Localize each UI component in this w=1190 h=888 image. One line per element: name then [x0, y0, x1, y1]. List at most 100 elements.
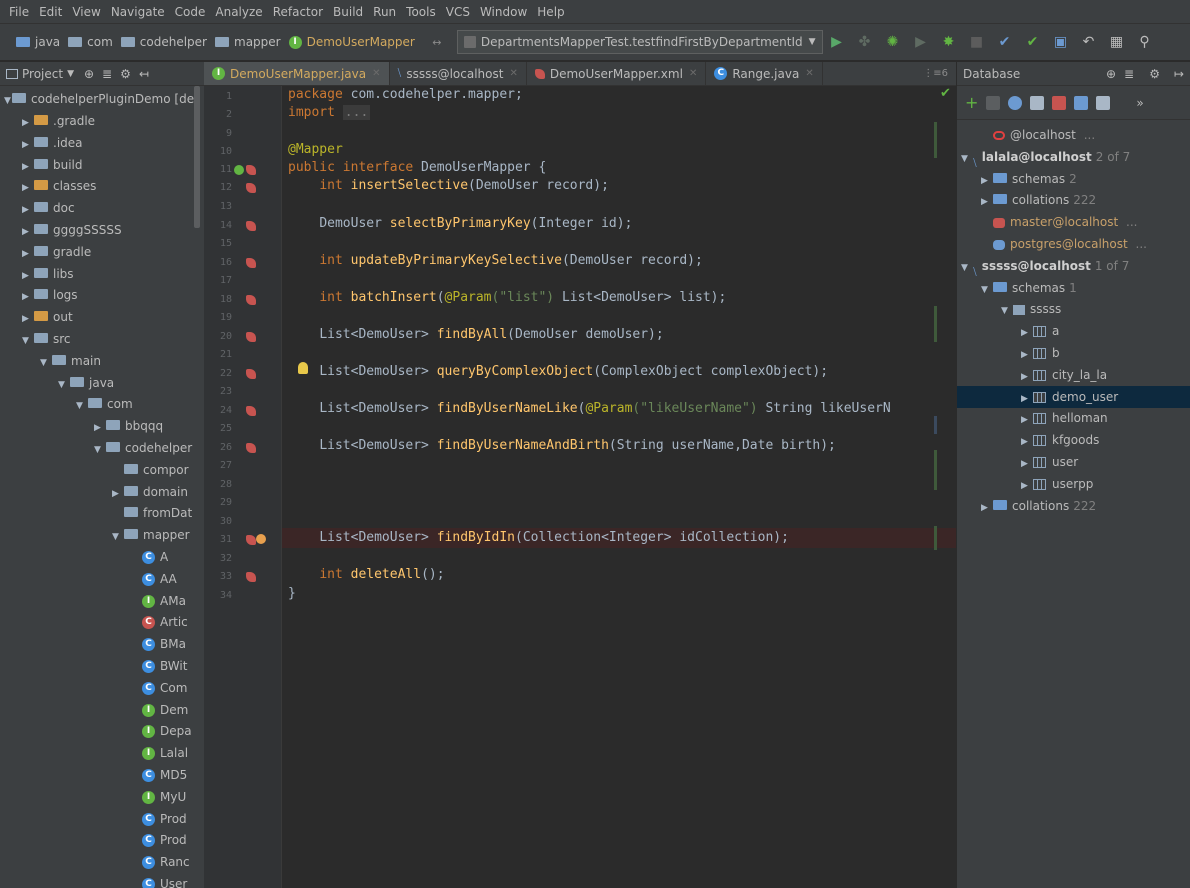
menu-navigate[interactable]: Navigate — [106, 0, 170, 24]
tree-item[interactable]: C BWit — [0, 655, 204, 677]
tree-item[interactable]: ▶ bbqqq — [0, 415, 204, 437]
db-table-item[interactable]: ▶ kfgoods — [957, 429, 1190, 451]
close-icon[interactable]: ✕ — [689, 68, 697, 79]
menu-window[interactable]: Window — [475, 0, 532, 24]
debug-icon[interactable]: ✤ — [854, 31, 876, 53]
expand-arrow-icon[interactable]: ▶ — [1021, 409, 1033, 429]
project-scrollbar[interactable] — [194, 86, 200, 228]
menu-edit[interactable]: Edit — [34, 0, 67, 24]
stop-icon[interactable]: ■ — [966, 31, 988, 53]
tab-demousermapper-java[interactable]: I DemoUserMapper.java ✕ — [204, 62, 390, 85]
tab-sssss-localhost[interactable]: ⧵ sssss@localhost ✕ — [390, 62, 527, 85]
table-view-icon[interactable] — [1074, 95, 1089, 110]
expand-arrow-icon[interactable]: ▶ — [1021, 344, 1033, 364]
tree-item[interactable]: C Prod — [0, 808, 204, 830]
db-table-item[interactable]: ▶ demo_user — [957, 385, 1190, 408]
expand-arrow-icon[interactable]: ▼ — [981, 279, 993, 299]
expand-arrow-icon[interactable]: ▶ — [22, 221, 34, 241]
breadcrumb-codehelper[interactable]: codehelper — [120, 35, 207, 49]
vcs-commit-icon[interactable]: ✔ — [1022, 31, 1044, 53]
vcs-update-icon[interactable]: ✔ — [994, 31, 1016, 53]
db-table-item[interactable]: ▶ user — [957, 451, 1190, 473]
tree-item[interactable]: ▶ out — [0, 306, 204, 328]
db-tree-item[interactable]: ▶ schemas 2 — [957, 168, 1190, 190]
locate-icon[interactable]: ⊕ — [84, 67, 94, 81]
db-tree-item[interactable]: ▼ ⧵ lalala@localhost 2 of 7 — [957, 146, 1190, 168]
tree-item[interactable]: ▶ gradle — [0, 241, 204, 263]
menu-help[interactable]: Help — [532, 0, 569, 24]
tab-overflow[interactable]: ⋮≡6 — [915, 62, 956, 85]
tree-item[interactable]: I Lalal — [0, 742, 204, 764]
tree-item[interactable]: ▶ libs — [0, 263, 204, 285]
tree-item[interactable]: C MD5 — [0, 764, 204, 786]
close-icon[interactable]: ✕ — [372, 68, 380, 79]
expand-arrow-icon[interactable]: ▶ — [94, 417, 106, 437]
breadcrumb-mapper[interactable]: mapper — [215, 35, 281, 49]
expand-arrow-icon[interactable]: ▶ — [22, 156, 34, 176]
tree-item[interactable]: ▼ mapper — [0, 524, 204, 546]
duplicate-icon[interactable] — [986, 95, 1001, 110]
tree-item[interactable]: C BMa — [0, 633, 204, 655]
vcs-compare-icon[interactable]: ▣ — [1050, 31, 1072, 53]
tree-item[interactable]: C Com — [0, 677, 204, 699]
expand-arrow-icon[interactable]: ▶ — [1021, 388, 1033, 408]
tree-item[interactable]: I Depa — [0, 720, 204, 742]
expand-arrow-icon[interactable]: ▶ — [22, 286, 34, 306]
mybatis-navigate-icon[interactable] — [246, 332, 256, 342]
expand-arrow-icon[interactable]: ▼ — [22, 330, 34, 350]
gear-icon[interactable]: ⚙ — [120, 67, 131, 81]
collapse-icon[interactable]: ≣ — [1124, 67, 1134, 81]
db-table-item[interactable]: ▶ helloman — [957, 407, 1190, 429]
expand-arrow-icon[interactable]: ▼ — [112, 526, 124, 546]
tree-item[interactable]: ▶ ggggSSSSS — [0, 219, 204, 241]
db-tree-item[interactable]: @localhost ... — [957, 124, 1190, 146]
tree-item[interactable]: ▶ logs — [0, 284, 204, 306]
gear-icon[interactable]: ⊕ — [1106, 67, 1116, 81]
db-tree-item[interactable]: ▶ collations 222 — [957, 189, 1190, 211]
db-tree-item[interactable]: ▼ sssss — [957, 298, 1190, 320]
tree-item[interactable]: fromDat — [0, 502, 204, 524]
menu-tools[interactable]: Tools — [401, 0, 441, 24]
menu-file[interactable]: File — [4, 0, 34, 24]
expand-arrow-icon[interactable]: ▶ — [981, 191, 993, 211]
expand-arrow-icon[interactable]: ▶ — [1021, 431, 1033, 451]
db-table-item[interactable]: ▶ userpp — [957, 473, 1190, 495]
stop-icon[interactable] — [1052, 95, 1067, 110]
tree-item[interactable]: ▼ codehelper — [0, 437, 204, 459]
structure-icon[interactable]: ▦ — [1106, 31, 1128, 53]
db-table-item[interactable]: ▶ b — [957, 342, 1190, 364]
properties-icon[interactable] — [1030, 95, 1045, 110]
tree-item[interactable]: C Ranc — [0, 851, 204, 873]
expand-arrow-icon[interactable]: ▶ — [1021, 322, 1033, 342]
db-tree-item[interactable]: postgres@localhost ... — [957, 233, 1190, 255]
mybatis-navigate-icon[interactable] — [246, 535, 256, 545]
expand-arrow-icon[interactable]: ▶ — [981, 170, 993, 190]
expand-arrow-icon[interactable]: ▼ — [0, 90, 12, 110]
expand-arrow-icon[interactable]: ▶ — [1021, 475, 1033, 495]
db-tree-item[interactable]: ▼ schemas 1 — [957, 277, 1190, 299]
db-tree-item[interactable]: master@localhost ... — [957, 211, 1190, 233]
menu-run[interactable]: Run — [368, 0, 401, 24]
expand-arrow-icon[interactable]: ▶ — [1021, 453, 1033, 473]
breadcrumb-com[interactable]: com — [68, 35, 113, 49]
tree-item[interactable]: ▶ domain — [0, 481, 204, 503]
expand-arrow-icon[interactable]: ▶ — [22, 243, 34, 263]
menu-analyze[interactable]: Analyze — [210, 0, 267, 24]
collapse-icon[interactable]: ≣ — [102, 67, 112, 81]
tree-item[interactable]: ▼ main — [0, 350, 204, 372]
expand-arrow-icon[interactable]: ▶ — [981, 497, 993, 517]
tree-item[interactable]: ▼ src — [0, 328, 204, 350]
debug-bug-icon[interactable]: ✺ — [882, 31, 904, 53]
menu-build[interactable]: Build — [328, 0, 368, 24]
breadcrumb-demousermapper[interactable]: I DemoUserMapper — [288, 35, 415, 49]
menu-vcs[interactable]: VCS — [441, 0, 475, 24]
mybatis-navigate-icon[interactable] — [246, 406, 256, 416]
tree-item[interactable]: C Prod — [0, 829, 204, 851]
expand-arrow-icon[interactable]: ▼ — [76, 395, 88, 415]
expand-arrow-icon[interactable]: ▶ — [22, 265, 34, 285]
settings-icon[interactable]: ⚙ — [1149, 67, 1160, 81]
tree-item[interactable]: ▼ java — [0, 372, 204, 394]
close-icon[interactable]: ✕ — [805, 68, 813, 79]
menu-view[interactable]: View — [67, 0, 105, 24]
search-icon[interactable]: ⚲ — [1134, 31, 1156, 53]
